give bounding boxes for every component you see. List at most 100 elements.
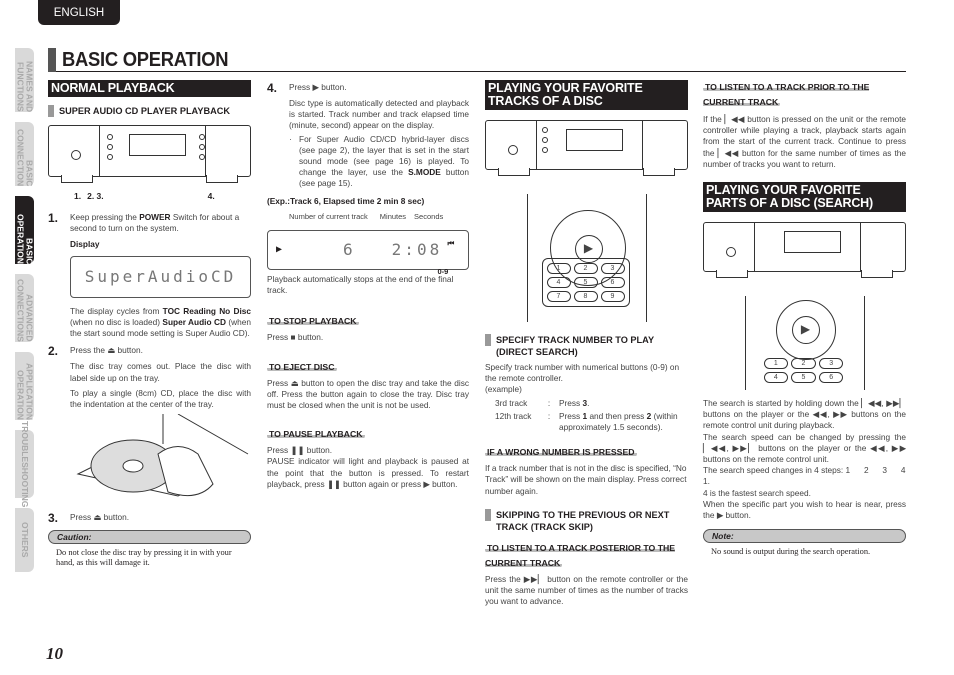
heading-pause-playback: TO PAUSE PLAYBACK [267, 429, 365, 440]
caution-text: Do not close the disc tray by pressing i… [56, 548, 232, 568]
side-tab-advanced-connections[interactable]: ADVANCED CONNECTIONS [15, 274, 35, 342]
wrong-number-text: If a track number that is not in the dis… [485, 463, 687, 496]
pause-text-1: Press ❚❚ button. [267, 445, 333, 456]
side-tab-basic-operation[interactable]: BASIC OPERATION [15, 196, 35, 264]
note-label: Note: [703, 529, 906, 544]
skip-prev-icon: ⏮ [447, 239, 455, 248]
key-6: 6 [600, 277, 625, 288]
display-label: Display [70, 238, 100, 249]
example-row-3rd: 3rd track: Press 3. [495, 397, 590, 408]
heading-posterior-track: TO LISTEN TO A TRACK POSTERIOR TO THE CU… [485, 542, 676, 568]
note-text: No sound is output during the search ope… [711, 547, 871, 557]
key-3: 3 [600, 263, 625, 274]
player-illustration-search [703, 222, 906, 279]
numeric-keypad: 1 2 3 4 5 6 7 8 9 [541, 258, 630, 307]
section-heading-search: PLAYING YOUR FAVORITE PARTS OF A DISC (S… [703, 182, 906, 213]
key-4: 4 [546, 277, 571, 288]
layer-bullet: · For Super Audio CD/CD hybrid-layer disc… [289, 133, 469, 189]
remote-illustration-tracks: ▶ 1 2 3 4 5 6 7 8 9 0-9 ⏮ ⏭ [438, 194, 726, 322]
side-tab-others[interactable]: OTHERS [15, 508, 34, 572]
example-label: (example) [485, 384, 522, 395]
page-title: BASIC OPERATION [48, 48, 243, 72]
pause-text-2: PAUSE indicator will light and playback … [267, 456, 469, 489]
column-normal-playback: NORMAL PLAYBACK SUPER AUDIO CD PLAYER PL… [48, 80, 251, 568]
posterior-track-text: Press the ▶▶▏ button on the remote contr… [485, 573, 688, 607]
subheading-marker [48, 105, 54, 117]
key-2: 2 [573, 263, 598, 274]
label-seconds: Seconds [414, 211, 444, 221]
callout-2-3: 2. 3. [87, 191, 104, 201]
key-1: 1 [546, 263, 571, 274]
play-button-icon: ▶ [791, 316, 820, 345]
caution-label: Caution: [48, 530, 251, 545]
search-para-1: The search is started by holding down th… [703, 398, 906, 431]
numeric-keypad: 1 2 3 4 5 6 [760, 358, 848, 384]
step-2: 2. Press the ⏏ button. [48, 344, 143, 359]
subheading-direct-search: SPECIFY TRACK NUMBER TO PLAY (DIRECT SEA… [485, 334, 688, 358]
step-2-para-1: The disc tray comes out. Place the disc … [70, 361, 251, 383]
search-para-2: The search speed can be changed by press… [703, 431, 906, 465]
side-tab-names-and-functions[interactable]: NAMES AND FUNCTIONS [15, 48, 35, 112]
power-switch-icon [726, 247, 736, 258]
callout-4: 4. [207, 191, 215, 201]
heading-stop-playback: TO STOP PLAYBACK [267, 316, 359, 327]
step-4-para: Disc type is automatically detected and … [289, 98, 469, 131]
end-of-playback-note: Playback automatically stops at the end … [267, 274, 454, 296]
display-readout: SuperAudioCD [70, 255, 251, 298]
page-title-text: BASIC OPERATION [62, 48, 229, 71]
navigation-ring: ▶ [775, 300, 836, 361]
column-search: TO LISTEN TO A TRACK PRIOR TO THE CURREN… [703, 80, 906, 557]
remote-illustration-search: ▶ 1 2 3 4 5 6 [744, 296, 865, 391]
section-heading-favorite-tracks: PLAYING YOUR FAVORITE TRACKS OF A DISC [485, 80, 688, 110]
section-heading-normal-playback: NORMAL PLAYBACK [48, 80, 251, 97]
key-7: 7 [546, 291, 571, 302]
label-minutes: Minutes [379, 211, 407, 221]
callout-1: 1. [74, 191, 82, 201]
side-tab-troubleshooting[interactable]: TROUBLESHOOTING [15, 421, 34, 507]
example-caption: (Exp.:Track 6, Elapsed time 2 min 8 sec) [267, 195, 425, 206]
column-step-4: 4. Press ▶ button. Disc type is automati… [267, 80, 469, 490]
elapsed-time-readout: 2:08 [391, 240, 443, 260]
stop-text: Press ■ button. [267, 332, 324, 343]
power-switch-icon [508, 145, 518, 155]
player-illustration-tracks [485, 120, 688, 176]
track-number-readout: 6 [343, 240, 356, 260]
language-tab[interactable]: ENGLISH [38, 0, 120, 25]
heading-wrong-number: IF A WRONG NUMBER IS PRESSED [485, 447, 637, 458]
subheading-sacd-playback: SUPER AUDIO CD PLAYER PLAYBACK [48, 105, 251, 117]
direct-search-text: Specify track number with numerical butt… [485, 362, 680, 384]
prior-track-text: If the ▏◀◀ button is pressed on the unit… [703, 114, 906, 169]
eject-text: Press ⏏ button to open the disc tray and… [267, 377, 469, 411]
page-number: 10 [46, 644, 63, 663]
heading-prior-track: TO LISTEN TO A TRACK PRIOR TO THE CURREN… [703, 82, 870, 107]
step-3: 3. Press ⏏ button. [48, 511, 130, 526]
step-text: Keep pressing the POWER Switch for about… [70, 212, 240, 234]
title-marker [48, 48, 56, 72]
step-4: 4. Press ▶ button. [267, 81, 347, 95]
callout-digits: 0-9 [437, 267, 449, 276]
key-5: 5 [573, 277, 598, 288]
disc-loading-illustration [48, 413, 251, 506]
key-8: 8 [573, 291, 598, 302]
heading-eject-disc: TO EJECT DISC [267, 361, 337, 372]
subheading-text: SUPER AUDIO CD PLAYER PLAYBACK [59, 106, 231, 116]
column-favorite-tracks: PLAYING YOUR FAVORITE TRACKS OF A DISC ▶… [438, 80, 726, 607]
search-para-5: When the specific part you wish to hear … [703, 498, 906, 521]
search-para-3: The search speed changes in 4 steps: 1 2… [703, 465, 920, 487]
playback-display: ▶ 6 2:08 [267, 230, 469, 271]
title-rule [56, 71, 906, 72]
display-cycle-text: The display cycles from TOC Reading No D… [70, 305, 251, 339]
play-indicator-icon: ▶ [276, 244, 286, 256]
search-para-4: 4 is the fastest search speed. [703, 487, 811, 498]
player-front-figure: 1. 2. 3. 4. [48, 125, 251, 202]
step-1: 1. Keep pressing the POWER Switch for ab… [48, 212, 251, 234]
step-2-para-2: To play a single (8cm) CD, place the dis… [70, 387, 251, 410]
key-9: 9 [600, 291, 625, 302]
power-switch-icon [71, 150, 81, 160]
label-current-track: Number of current track [289, 211, 368, 221]
player-illustration [48, 125, 251, 183]
subheading-track-skip: SKIPPING TO THE PREVIOUS OR NEXT TRACK (… [485, 508, 688, 533]
side-tab-application-operation[interactable]: APPLICATION OPERATION [15, 352, 35, 420]
example-row-12th: 12th track: Press 1 and then press 2 (wi… [495, 410, 678, 433]
side-tab-basic-connection[interactable]: BASIC CONNECTION [15, 122, 35, 186]
